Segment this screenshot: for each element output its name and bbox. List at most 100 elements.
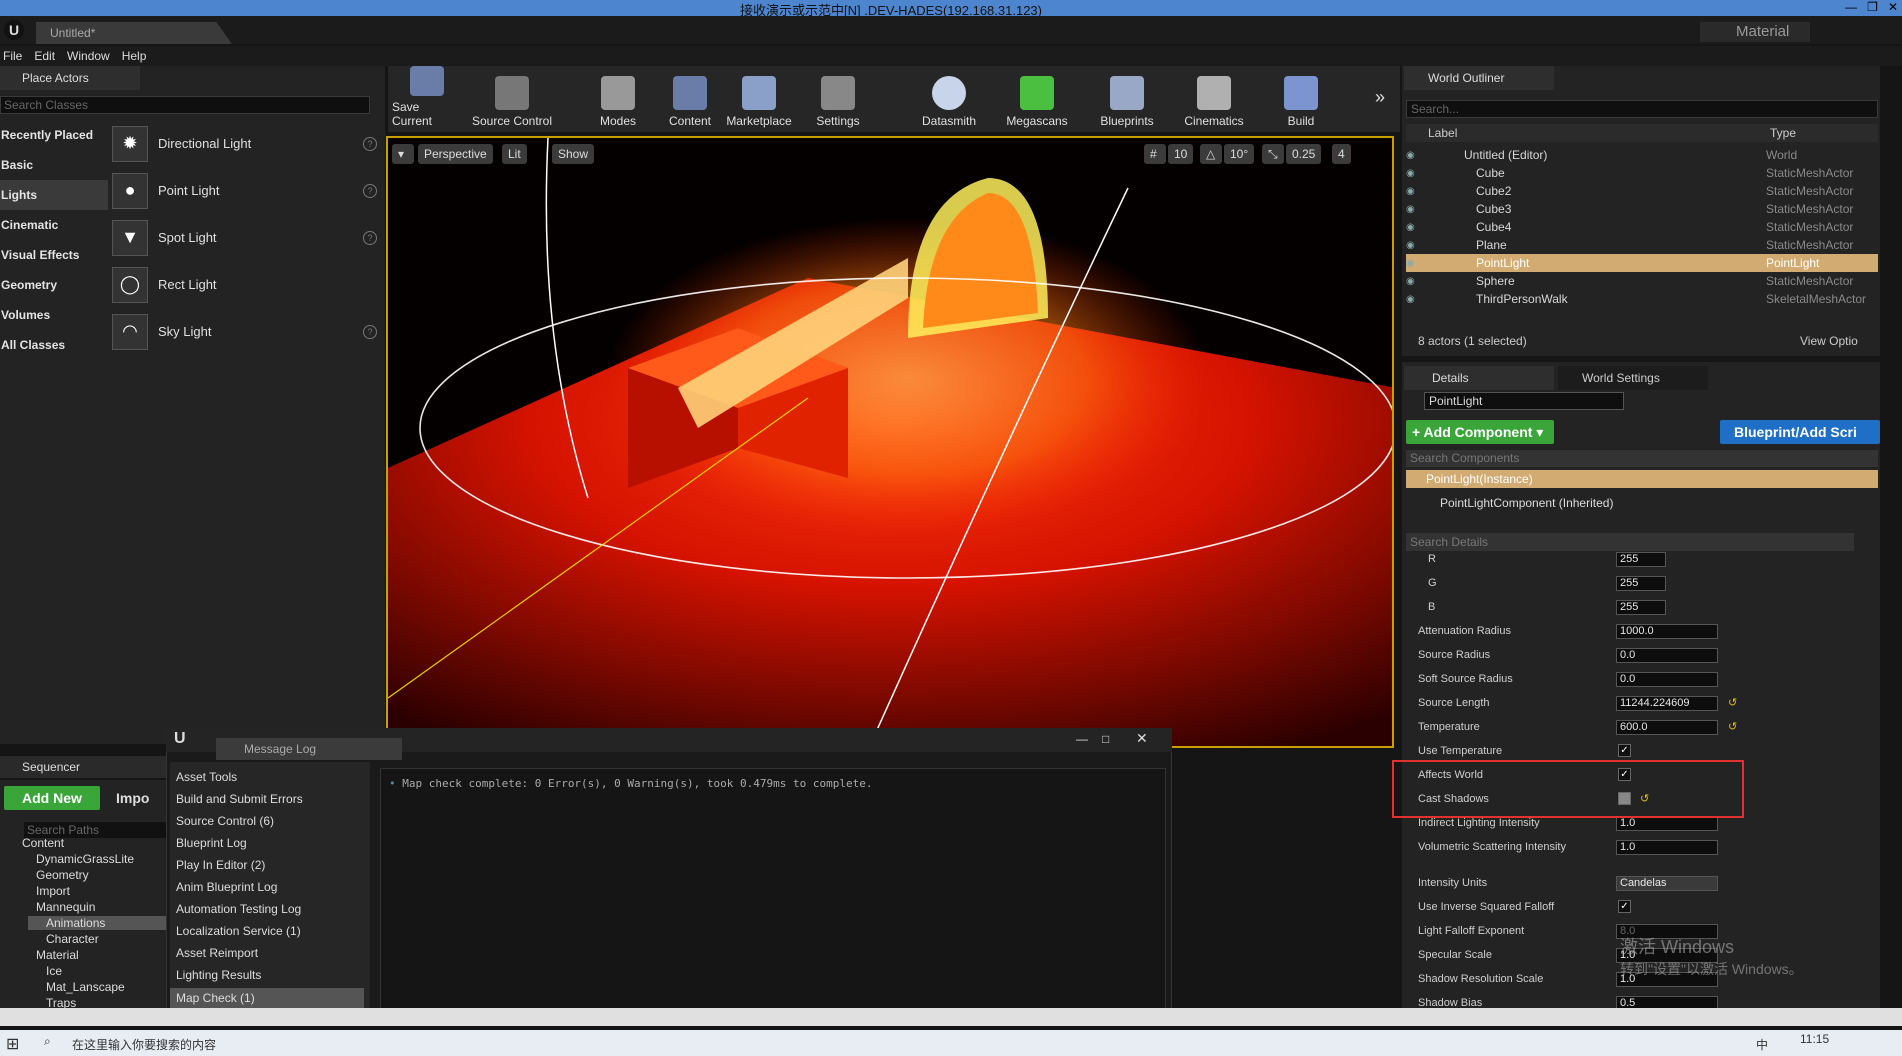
log-category-selected[interactable]: Map Check (1) xyxy=(170,988,364,1008)
grid-snap-icon[interactable]: # xyxy=(1144,144,1166,164)
inverse-squared-checkbox[interactable]: ✓ xyxy=(1618,900,1631,913)
search-classes-input[interactable]: Search Classes xyxy=(0,96,370,114)
menu-edit[interactable]: Edit xyxy=(31,49,64,63)
blueprint-add-script-button[interactable]: Blueprint/Add Scri xyxy=(1720,420,1880,444)
tree-item[interactable]: Character xyxy=(46,932,99,946)
help-icon[interactable]: ? xyxy=(363,136,377,151)
prop-value[interactable]: 0.0 xyxy=(1616,672,1718,687)
scale-snap-icon[interactable]: ⤡ xyxy=(1262,144,1284,164)
log-category[interactable]: Source Control (6) xyxy=(176,814,274,828)
log-category[interactable]: Asset Reimport xyxy=(176,946,258,960)
maximize-icon[interactable]: □ xyxy=(1102,732,1109,746)
add-component-button[interactable]: + Add Component ▾ xyxy=(1406,420,1554,444)
eye-icon[interactable]: ◉ xyxy=(1406,240,1422,251)
prop-value[interactable]: 255 xyxy=(1616,600,1666,615)
horizontal-scrollbar[interactable] xyxy=(0,1008,1902,1026)
outliner-row[interactable]: ◉ Cube StaticMeshActor xyxy=(1406,164,1878,182)
col-type[interactable]: Type xyxy=(1770,126,1796,140)
log-category[interactable]: Blueprint Log xyxy=(176,836,247,850)
rotation-snap-icon[interactable]: △ xyxy=(1200,144,1222,164)
content-button[interactable]: Content xyxy=(660,66,720,132)
outliner-row[interactable]: ◉ Cube2 StaticMeshActor xyxy=(1406,182,1878,200)
lit-button[interactable]: Lit xyxy=(502,144,527,164)
add-new-button[interactable]: Add New xyxy=(4,786,100,810)
help-icon[interactable]: ? xyxy=(363,230,377,245)
tree-item[interactable]: Material xyxy=(36,948,79,962)
ime-indicator[interactable]: 中 xyxy=(1756,1036,1768,1053)
viewport-options-button[interactable]: ▾ xyxy=(392,144,414,164)
log-category[interactable]: Build and Submit Errors xyxy=(176,792,303,806)
log-category[interactable]: Anim Blueprint Log xyxy=(176,880,277,894)
minimize-icon[interactable]: — xyxy=(1076,732,1088,746)
col-label[interactable]: Label xyxy=(1428,126,1457,140)
tree-item[interactable]: Import xyxy=(36,884,70,898)
eye-icon[interactable]: ◉ xyxy=(1406,168,1422,179)
more-chevron-icon[interactable]: » xyxy=(1368,66,1392,132)
datasmith-button[interactable]: Datasmith xyxy=(914,66,984,132)
category-basic[interactable]: Basic xyxy=(0,150,108,180)
eye-icon[interactable]: ◉ xyxy=(1406,204,1422,215)
component-inherited-row[interactable]: PointLightComponent (Inherited) xyxy=(1440,496,1613,510)
eye-icon[interactable]: ◉ xyxy=(1406,186,1422,197)
tree-item[interactable]: Mat_Lanscape xyxy=(46,980,125,994)
settings-button[interactable]: Settings xyxy=(808,66,868,132)
scale-snap-value[interactable]: 0.25 xyxy=(1286,144,1322,164)
prop-value[interactable]: 600.0 xyxy=(1616,720,1718,735)
log-category[interactable]: Automation Testing Log xyxy=(176,902,301,916)
close-icon[interactable]: ✕ xyxy=(1888,0,1898,14)
clock[interactable]: 11:15 xyxy=(1800,1032,1829,1046)
component-instance-row[interactable]: PointLight(Instance) xyxy=(1406,470,1878,488)
tree-item[interactable]: DynamicGrassLite xyxy=(36,852,134,866)
log-category[interactable]: Localization Service (1) xyxy=(176,924,301,938)
log-category[interactable]: Play In Editor (2) xyxy=(176,858,265,872)
blueprints-button[interactable]: Blueprints xyxy=(1092,66,1162,132)
category-visual-effects[interactable]: Visual Effects xyxy=(0,240,108,270)
import-button[interactable]: Impo xyxy=(116,786,149,810)
category-geometry[interactable]: Geometry xyxy=(0,270,108,300)
eye-icon[interactable]: ◉ xyxy=(1406,294,1422,305)
outliner-row[interactable]: ◉ Cube4 StaticMeshActor xyxy=(1406,218,1878,236)
tree-item[interactable]: Content xyxy=(22,836,64,850)
outliner-row-selected[interactable]: ◉ PointLight PointLight xyxy=(1406,254,1878,272)
outliner-search-input[interactable]: Search... xyxy=(1406,100,1878,118)
tree-item[interactable]: Geometry xyxy=(36,868,89,882)
search-components-input[interactable]: Search Components xyxy=(1406,450,1878,467)
search-details-input[interactable]: Search Details xyxy=(1406,533,1854,551)
use-temperature-checkbox[interactable]: ✓ xyxy=(1618,744,1631,757)
eye-icon[interactable]: ◉ xyxy=(1406,258,1422,269)
prop-value[interactable]: 11244.224609 xyxy=(1616,696,1718,711)
outliner-row[interactable]: ◉ ThirdPersonWalk SkeletalMeshActor xyxy=(1406,290,1878,308)
category-cinematic[interactable]: Cinematic xyxy=(0,210,108,240)
outliner-row[interactable]: ◉ Plane StaticMeshActor xyxy=(1406,236,1878,254)
tab-sequencer[interactable]: Sequencer xyxy=(0,756,166,778)
tab-world-settings[interactable]: World Settings xyxy=(1558,366,1708,390)
build-button[interactable]: Build xyxy=(1276,66,1326,132)
menu-file[interactable]: File xyxy=(0,49,31,63)
actor-spot-light[interactable]: ▼ Spot Light? xyxy=(112,214,377,261)
category-all-classes[interactable]: All Classes xyxy=(0,330,108,360)
show-button[interactable]: Show xyxy=(552,144,595,164)
help-icon[interactable]: ? xyxy=(363,183,377,198)
prop-value[interactable]: 255 xyxy=(1616,576,1666,591)
minimize-icon[interactable]: — xyxy=(1845,0,1857,14)
restore-icon[interactable]: ❐ xyxy=(1867,0,1878,14)
tab-place-actors[interactable]: Place Actors xyxy=(0,66,140,90)
windows-start-icon[interactable]: ⊞ xyxy=(6,1034,19,1054)
prop-value[interactable]: 1000.0 xyxy=(1616,624,1718,639)
tab-details[interactable]: Details xyxy=(1404,366,1554,390)
cinematics-button[interactable]: Cinematics xyxy=(1174,66,1254,132)
menu-window[interactable]: Window xyxy=(64,49,119,63)
prop-value[interactable]: 1.0 xyxy=(1616,816,1718,831)
save-current-button[interactable]: Save Current xyxy=(392,66,462,132)
source-control-button[interactable]: Source Control xyxy=(464,66,560,132)
reset-arrow-icon[interactable]: ↺ xyxy=(1728,696,1737,709)
log-category[interactable]: Lighting Results xyxy=(176,968,261,982)
tab-world-outliner[interactable]: World Outliner xyxy=(1404,66,1554,90)
grid-size-value[interactable]: 10 xyxy=(1168,144,1194,164)
modes-button[interactable]: Modes xyxy=(588,66,648,132)
level-tab[interactable]: Untitled* xyxy=(36,22,232,44)
category-lights[interactable]: Lights xyxy=(0,180,108,210)
menu-help[interactable]: Help xyxy=(119,49,156,63)
marketplace-button[interactable]: Marketplace xyxy=(724,66,794,132)
prop-value[interactable]: 255 xyxy=(1616,552,1666,567)
